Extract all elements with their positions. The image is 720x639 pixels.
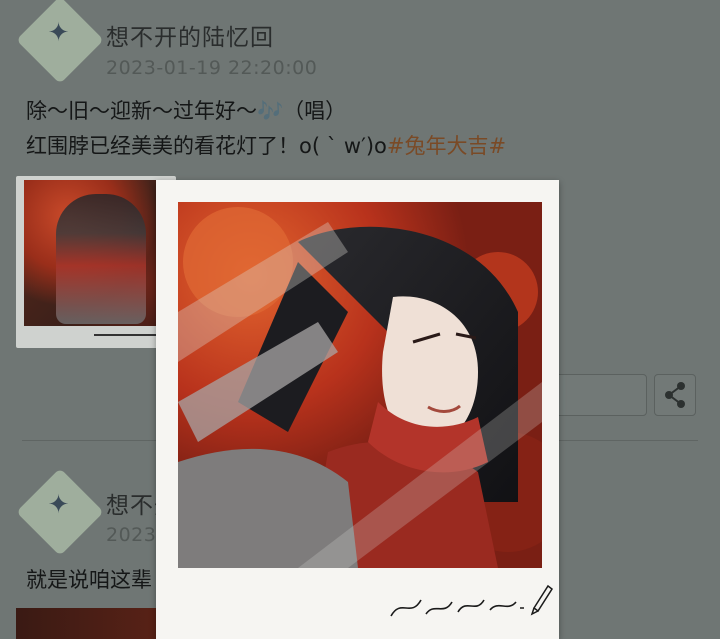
- author-name[interactable]: 想不开的陆忆回: [106, 18, 274, 52]
- thumbnail-signature: [94, 334, 164, 336]
- artist-signature: [390, 584, 554, 617]
- post-text: 红围脖已经美美的看花灯了！o( ` w′)o: [26, 134, 387, 158]
- post-image-thumbnail[interactable]: [16, 608, 166, 639]
- avatar[interactable]: ✦: [16, 0, 104, 84]
- post-text-line-1: 除～旧～迎新～过年好～🎶（唱）: [26, 99, 347, 123]
- post-text-line-1: 就是说咱这辈: [26, 568, 152, 592]
- share-button[interactable]: [654, 374, 696, 416]
- post-image-thumbnail[interactable]: [16, 176, 176, 348]
- image-preview-overlay[interactable]: [156, 180, 559, 639]
- thumbnail-figure: [56, 194, 146, 324]
- butterfly-icon: ✦: [47, 489, 70, 520]
- share-icon: [665, 382, 685, 408]
- post-timestamp: 2023-01-19 22:20:00: [106, 57, 318, 79]
- illustration: [178, 202, 542, 568]
- comment-button[interactable]: [555, 374, 647, 416]
- preview-photo: [178, 202, 542, 568]
- post-text-line-2: 红围脖已经美美的看花灯了！o( ` w′)o#兔年大吉#: [26, 130, 506, 160]
- hashtag-link[interactable]: #兔年大吉#: [387, 134, 506, 158]
- avatar[interactable]: ✦: [16, 468, 104, 556]
- pen-icon: [530, 584, 554, 616]
- butterfly-icon: ✦: [47, 17, 70, 48]
